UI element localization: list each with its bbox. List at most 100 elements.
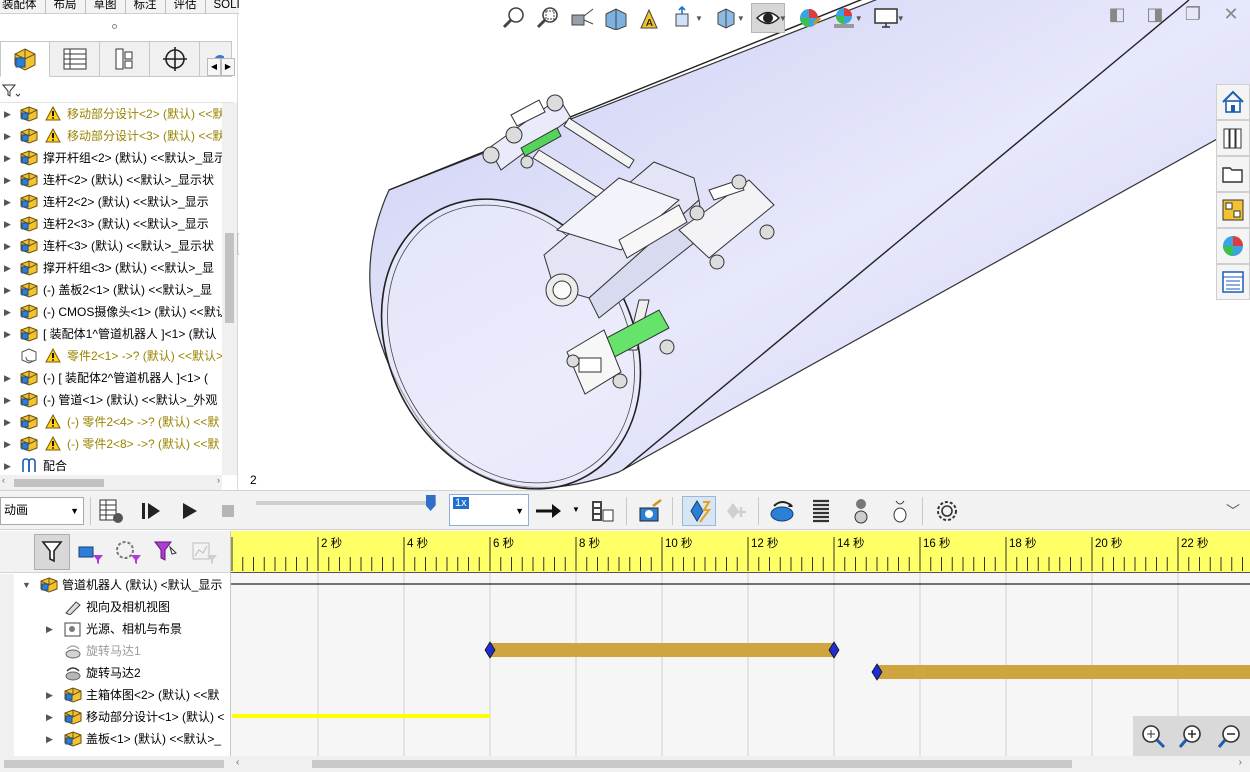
- scroll-thumb[interactable]: [225, 233, 234, 323]
- filter-driving-button[interactable]: [72, 534, 108, 570]
- expand-arrow-icon[interactable]: ▶: [4, 389, 14, 411]
- playback-mode-button[interactable]: [532, 496, 566, 526]
- timeline-hscroll[interactable]: ‹ ›: [230, 756, 1250, 772]
- expand-arrow-icon[interactable]: ▶: [4, 213, 14, 235]
- tree-item[interactable]: ▶ (-) [ 装配体2^管道机器人 ]<1> (: [0, 367, 222, 389]
- edit-appearance-button[interactable]: [793, 3, 827, 33]
- expand-arrow-icon[interactable]: ▶: [4, 103, 14, 125]
- expand-arrow-icon[interactable]: ▶: [4, 455, 14, 475]
- tree-item[interactable]: ▶ (-) 盖板2<1> (默认) <<默认>_显: [0, 279, 222, 301]
- scroll-right-icon[interactable]: ›: [1239, 757, 1242, 768]
- tab-feature-manager[interactable]: [0, 41, 50, 77]
- tree-item[interactable]: ▶ 移动部分设计<3> (默认) <<默认>: [0, 125, 222, 147]
- collapse-motion-manager-icon[interactable]: ﹀: [1226, 501, 1240, 521]
- zoom-to-area-button[interactable]: [531, 3, 565, 33]
- tab-command-3[interactable]: 标注: [126, 0, 166, 14]
- expand-arrow-icon[interactable]: ▶: [4, 191, 14, 213]
- expand-arrow-icon[interactable]: ▶: [4, 433, 14, 455]
- appearances-tab[interactable]: [1216, 228, 1250, 264]
- timeline-change-bar[interactable]: [490, 643, 834, 657]
- scroll-thumb[interactable]: [312, 760, 1072, 768]
- expand-arrow-icon[interactable]: ▶: [4, 411, 14, 433]
- close-icon[interactable]: ✕: [1212, 4, 1250, 25]
- motion-tree-item[interactable]: ▼ 管道机器人 (默认) <默认_显示: [0, 574, 230, 596]
- motion-study-properties-button[interactable]: [932, 496, 962, 526]
- chevron-down-icon[interactable]: ▼: [572, 505, 580, 514]
- zoom-out-icon[interactable]: [1217, 722, 1245, 750]
- tree-item[interactable]: ▶ 移动部分设计<2> (默认) <<默认>: [0, 103, 222, 125]
- tree-item[interactable]: ▶ 连杆<2> (默认) <<默认>_显示状: [0, 169, 222, 191]
- tree-item[interactable]: ▶ [ 装配体1^管道机器人 ]<1> (默认: [0, 323, 222, 345]
- expand-arrow-icon[interactable]: ▶: [46, 684, 53, 706]
- tree-item[interactable]: 零件2<1> ->? (默认) <<默认>: [0, 345, 222, 367]
- chevron-down-icon[interactable]: ▼: [855, 14, 863, 23]
- calculate-button[interactable]: [96, 496, 126, 526]
- tree-item[interactable]: ▶ (-) 零件2<4> ->? (默认) <<默: [0, 411, 222, 433]
- motion-tree-item[interactable]: 视向及相机视图: [0, 596, 230, 618]
- expand-arrow-icon[interactable]: ▶: [46, 728, 53, 750]
- custom-properties-tab[interactable]: [1216, 264, 1250, 300]
- zoom-in-icon[interactable]: [1178, 722, 1206, 750]
- tab-dimxpert[interactable]: [150, 41, 200, 77]
- play-from-start-button[interactable]: [136, 496, 166, 526]
- panel-grip[interactable]: [0, 14, 238, 40]
- save-animation-button[interactable]: [587, 496, 617, 526]
- section-view-button[interactable]: [599, 3, 633, 33]
- filter-selected-button[interactable]: [110, 534, 146, 570]
- spring-button[interactable]: [806, 496, 836, 526]
- add-key-button[interactable]: [721, 496, 751, 526]
- tile-right-icon[interactable]: ◨: [1136, 4, 1174, 25]
- expand-arrow-icon[interactable]: ▶: [4, 323, 14, 345]
- tab-command-4[interactable]: 评估: [166, 0, 206, 14]
- motion-tree-vscroll[interactable]: [0, 574, 14, 756]
- timeline-change-bar[interactable]: [877, 665, 1250, 679]
- zoom-to-fit-icon[interactable]: [1139, 722, 1167, 750]
- scroll-left-icon[interactable]: ‹: [2, 475, 5, 485]
- expand-arrow-icon[interactable]: ▶: [4, 125, 14, 147]
- design-library-tab[interactable]: [1216, 120, 1250, 156]
- dynamic-annotation-button[interactable]: A: [633, 3, 667, 33]
- expand-arrow-icon[interactable]: ▶: [46, 706, 53, 728]
- previous-view-button[interactable]: [565, 3, 599, 33]
- zoom-to-fit-button[interactable]: [497, 3, 531, 33]
- stop-button[interactable]: [213, 496, 243, 526]
- expand-arrow-icon[interactable]: ▶: [4, 147, 14, 169]
- feature-tree-hscroll[interactable]: ‹ ›: [0, 475, 222, 490]
- scroll-left-icon[interactable]: ‹: [236, 757, 239, 768]
- tree-item[interactable]: ▶ 连杆2<3> (默认) <<默认>_显示: [0, 213, 222, 235]
- tree-item[interactable]: ▶ (-) 零件2<8> ->? (默认) <<默: [0, 433, 222, 455]
- tree-filter[interactable]: [0, 80, 234, 103]
- expand-arrow-icon[interactable]: ▶: [4, 301, 14, 323]
- expand-arrow-icon[interactable]: ▶: [4, 367, 14, 389]
- scroll-right-icon[interactable]: ▶: [221, 58, 235, 76]
- scroll-thumb[interactable]: [4, 760, 224, 768]
- restore-icon[interactable]: ❐: [1174, 4, 1212, 25]
- expand-arrow-icon[interactable]: ▶: [4, 169, 14, 191]
- timeline-canvas[interactable]: [231, 531, 1250, 756]
- scroll-right-icon[interactable]: ›: [217, 475, 220, 485]
- graphics-area[interactable]: A ▼ ▼ ▼ ▼ ▼ ◧ ◨ ❐ ✕ 2: [239, 0, 1250, 490]
- view-palette-tab[interactable]: [1216, 192, 1250, 228]
- tab-property-manager[interactable]: [50, 41, 100, 77]
- play-button[interactable]: [174, 496, 204, 526]
- motion-tree-item[interactable]: ▶ 盖板<1> (默认) <<默认>_: [0, 728, 230, 750]
- motion-tree-item[interactable]: 旋转马达2: [0, 662, 230, 684]
- motion-tree-item[interactable]: ▶ 主箱体图<2> (默认) <<默: [0, 684, 230, 706]
- tree-item[interactable]: ▶ 连杆<3> (默认) <<默认>_显示状: [0, 235, 222, 257]
- tree-item[interactable]: ▶ 连杆2<2> (默认) <<默认>_显示: [0, 191, 222, 213]
- tab-command-0[interactable]: 装配体: [0, 0, 46, 14]
- motor-button[interactable]: [766, 496, 800, 526]
- expand-arrow-icon[interactable]: ▶: [4, 235, 14, 257]
- chevron-down-icon[interactable]: ▼: [737, 14, 745, 23]
- tile-left-icon[interactable]: ◧: [1098, 4, 1136, 25]
- tree-item[interactable]: ▶ (-) 管道<1> (默认) <<默认>_外观: [0, 389, 222, 411]
- playback-slider-thumb[interactable]: [425, 495, 436, 511]
- tab-command-2[interactable]: 草图: [86, 0, 126, 14]
- model-viewport[interactable]: [239, 0, 1250, 490]
- study-type-select[interactable]: 动画 ▼: [0, 497, 84, 525]
- filter-disabled-button[interactable]: [186, 534, 222, 570]
- tree-item[interactable]: ▶ 配合: [0, 455, 222, 475]
- scroll-left-icon[interactable]: ◀: [207, 58, 221, 76]
- motion-tree-item[interactable]: 旋转马达1: [0, 640, 230, 662]
- motion-tree-item[interactable]: ▶ 光源、相机与布景: [0, 618, 230, 640]
